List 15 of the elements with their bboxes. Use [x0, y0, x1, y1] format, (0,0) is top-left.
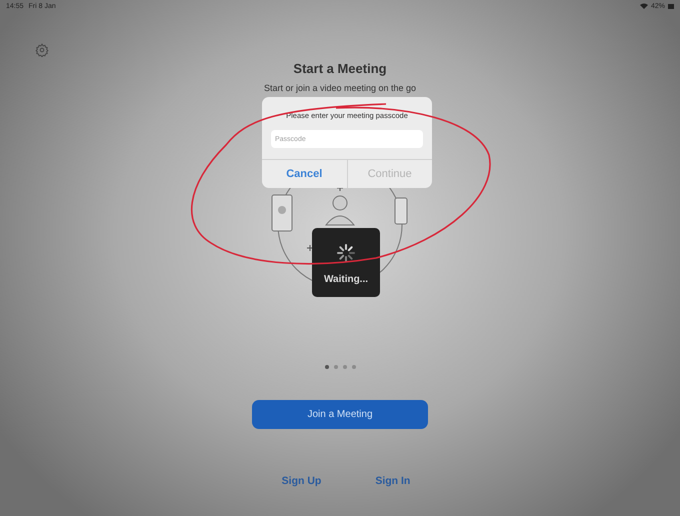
spinner-icon — [337, 244, 355, 262]
wifi-icon — [640, 3, 648, 9]
screen-title: Start a Meeting — [293, 61, 387, 76]
loading-label: Waiting... — [324, 274, 368, 285]
dialog-button[interactable]: Cancel — [262, 160, 346, 188]
battery-icon — [668, 4, 674, 8]
page-dot[interactable] — [352, 365, 356, 369]
join-meeting-button[interactable]: Join a Meeting — [252, 400, 428, 429]
page-dot[interactable] — [324, 365, 328, 369]
auth-link[interactable]: Sign In — [375, 475, 410, 487]
auth-link[interactable]: Sign Up — [282, 475, 322, 487]
page-dot[interactable] — [342, 365, 346, 369]
page-dot[interactable] — [334, 365, 338, 369]
settings-icon[interactable] — [35, 43, 49, 57]
subtitle: Start or join a video meeting on the go — [264, 83, 416, 93]
